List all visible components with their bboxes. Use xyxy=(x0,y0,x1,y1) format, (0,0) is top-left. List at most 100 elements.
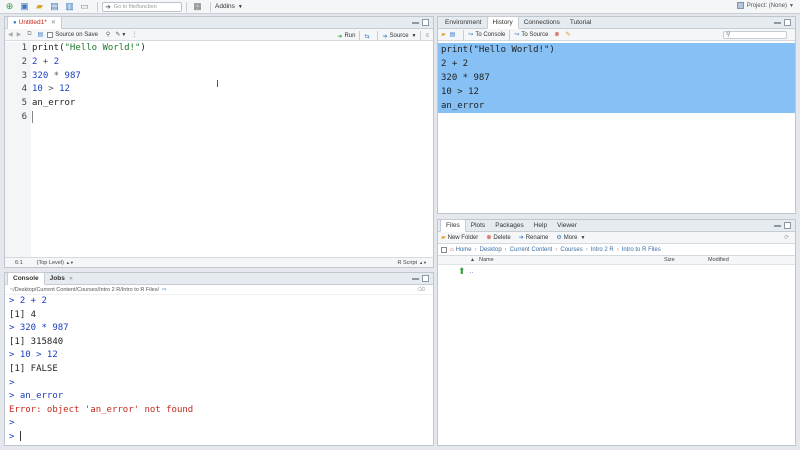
minimize-icon[interactable] xyxy=(412,19,419,24)
chevron-down-icon[interactable]: ▼ xyxy=(121,32,126,38)
delete-button[interactable]: ⊗ Delete xyxy=(486,234,518,242)
back-icon[interactable]: ◀ xyxy=(8,31,13,38)
compile-report-icon[interactable]: ⋮ xyxy=(131,31,137,38)
history-entry[interactable]: 320 * 987 xyxy=(438,71,795,85)
rename-button[interactable]: ➔ Rename xyxy=(519,234,557,242)
code-editor[interactable]: 1 2 3 4 5 6 print("Hello World!") 2 + 2 … xyxy=(5,42,433,257)
tab-environment[interactable]: Environment xyxy=(440,17,487,28)
filetype-selector[interactable]: R Script ▲▼ xyxy=(398,260,427,266)
run-button[interactable]: ➔ Run xyxy=(337,33,355,40)
scope-selector[interactable]: (Top Level) ▲▼ xyxy=(37,260,74,266)
breadcrumb-intro-2-r[interactable]: Intro 2 R xyxy=(591,247,614,253)
close-icon[interactable]: ✕ xyxy=(51,19,56,26)
console-line: > 320 * 987 xyxy=(9,323,69,334)
tab-untitled1[interactable]: ● Untitled1* ✕ xyxy=(7,16,62,29)
tab-plots[interactable]: Plots xyxy=(466,220,490,231)
tab-connections[interactable]: Connections xyxy=(519,17,565,28)
rerun-icon[interactable]: ⇆ xyxy=(364,33,369,40)
chevron-down-icon: ▼ xyxy=(237,3,243,10)
search-icon[interactable]: ⚲ xyxy=(106,31,110,38)
refresh-icon[interactable]: ⟳ xyxy=(784,234,789,241)
show-in-window-icon[interactable]: ⧉ xyxy=(27,31,31,38)
col-name[interactable]: Name xyxy=(479,257,494,263)
breadcrumb-separator: › xyxy=(616,246,619,253)
source-button[interactable]: ➔ Source ▼ xyxy=(382,33,416,40)
close-icon[interactable]: ✕ xyxy=(69,276,73,282)
save-icon[interactable]: ▤ xyxy=(48,1,61,12)
outline-icon[interactable]: ≡ xyxy=(425,33,429,39)
open-file-icon[interactable]: ▰ xyxy=(33,1,46,12)
minimize-icon[interactable] xyxy=(774,222,781,227)
addins-label: Addins xyxy=(215,3,235,10)
table-row[interactable]: ⬆ .. xyxy=(438,265,795,277)
save-history-icon[interactable]: ▤ xyxy=(450,31,456,38)
save-all-icon[interactable]: ▥ xyxy=(63,1,76,12)
tab-packages[interactable]: Packages xyxy=(490,220,529,231)
maximize-icon[interactable] xyxy=(422,275,429,282)
save-icon[interactable]: ▤ xyxy=(38,31,44,38)
clear-history-icon[interactable]: ✎ xyxy=(565,31,570,38)
to-source-label: To Source xyxy=(521,31,549,38)
pane-controls xyxy=(774,222,791,229)
breadcrumb-desktop[interactable]: Desktop xyxy=(480,247,502,253)
col-size[interactable]: Size xyxy=(664,257,675,263)
tab-label: Tutorial xyxy=(569,19,592,26)
console-line: > 10 > 12 xyxy=(9,350,58,361)
more-button[interactable]: ⚙ More ▼ xyxy=(556,234,585,242)
source-on-save-label: Source on Save xyxy=(55,31,98,38)
breadcrumb-home[interactable]: Home xyxy=(456,247,472,253)
col-modified[interactable]: Modified xyxy=(708,257,729,263)
goto-directory-icon[interactable]: ⇨ xyxy=(162,287,167,293)
history-entry[interactable]: 10 > 12 xyxy=(438,85,795,99)
remove-entry-icon[interactable]: ⊗ xyxy=(554,31,559,38)
console-input-line[interactable]: > xyxy=(9,431,433,445)
maximize-icon[interactable] xyxy=(422,19,429,26)
to-source-button[interactable]: ↪ To Source xyxy=(514,31,549,39)
tab-history[interactable]: History xyxy=(486,16,519,29)
tab-viewer[interactable]: Viewer xyxy=(552,220,582,231)
console-line: [1] FALSE xyxy=(9,363,58,374)
code-line: 320 * 987 xyxy=(32,70,81,81)
to-console-button[interactable]: ↪ To Console xyxy=(468,31,505,39)
maximize-icon[interactable] xyxy=(784,222,791,229)
history-entry[interactable]: 2 + 2 xyxy=(438,57,795,71)
console-output[interactable]: > 2 + 2 [1] 4 > 320 * 987 [1] 315840 > 1… xyxy=(5,295,433,445)
forward-icon[interactable]: ▶ xyxy=(17,31,22,38)
clear-console-icon[interactable]: ⌫ xyxy=(417,287,425,293)
tab-label: Packages xyxy=(495,222,524,229)
tab-help[interactable]: Help xyxy=(529,220,552,231)
breadcrumb-intro-to-r-files[interactable]: Intro to R Files xyxy=(622,247,661,253)
load-history-icon[interactable]: ▰ xyxy=(441,31,446,38)
goto-placeholder: Go to file/function xyxy=(113,3,157,10)
select-all-checkbox[interactable] xyxy=(441,246,447,253)
history-search-input[interactable]: ⚲ xyxy=(723,31,787,39)
history-entry[interactable]: print("Hello World!") xyxy=(438,43,795,57)
history-entry[interactable]: an_error xyxy=(438,99,795,113)
print-icon[interactable]: ▭ xyxy=(78,1,91,12)
tab-jobs[interactable]: Jobs ✕ xyxy=(45,273,78,284)
goto-file-input[interactable]: ➜ Go to file/function xyxy=(102,1,182,12)
grid-layout-icon[interactable]: ▦ xyxy=(191,1,204,12)
text-cursor xyxy=(19,431,21,442)
addins-menu[interactable]: Addins ▼ xyxy=(215,3,243,10)
wand-icon[interactable]: ✎ xyxy=(115,31,120,38)
minimize-icon[interactable] xyxy=(412,275,419,280)
maximize-icon[interactable] xyxy=(784,19,791,26)
project-menu[interactable]: Project: (None) ▼ xyxy=(736,2,794,9)
tab-console[interactable]: Console xyxy=(7,272,45,285)
source-on-save-checkbox[interactable] xyxy=(47,31,54,38)
parent-folder-link[interactable]: .. xyxy=(470,268,474,275)
minimize-icon[interactable] xyxy=(774,19,781,24)
new-folder-button[interactable]: ▰ New Folder xyxy=(441,234,486,242)
breadcrumb-courses[interactable]: Courses xyxy=(560,247,582,253)
pane-controls xyxy=(412,275,429,282)
breadcrumb-current-content[interactable]: Current Content xyxy=(510,247,553,253)
line-number: 3 xyxy=(21,70,27,81)
new-project-icon[interactable]: ▣ xyxy=(18,1,31,12)
new-file-icon[interactable]: ⊕ xyxy=(3,1,16,12)
tab-tutorial[interactable]: Tutorial xyxy=(565,17,596,28)
to-source-icon: ↪ xyxy=(514,32,520,38)
tab-files[interactable]: Files xyxy=(440,219,466,232)
history-list: print("Hello World!") 2 + 2 320 * 987 10… xyxy=(438,43,795,113)
history-toolbar: ▰ ▤ ↪ To Console ↪ To Source ⊗ ✎ ⚲ xyxy=(438,29,795,41)
